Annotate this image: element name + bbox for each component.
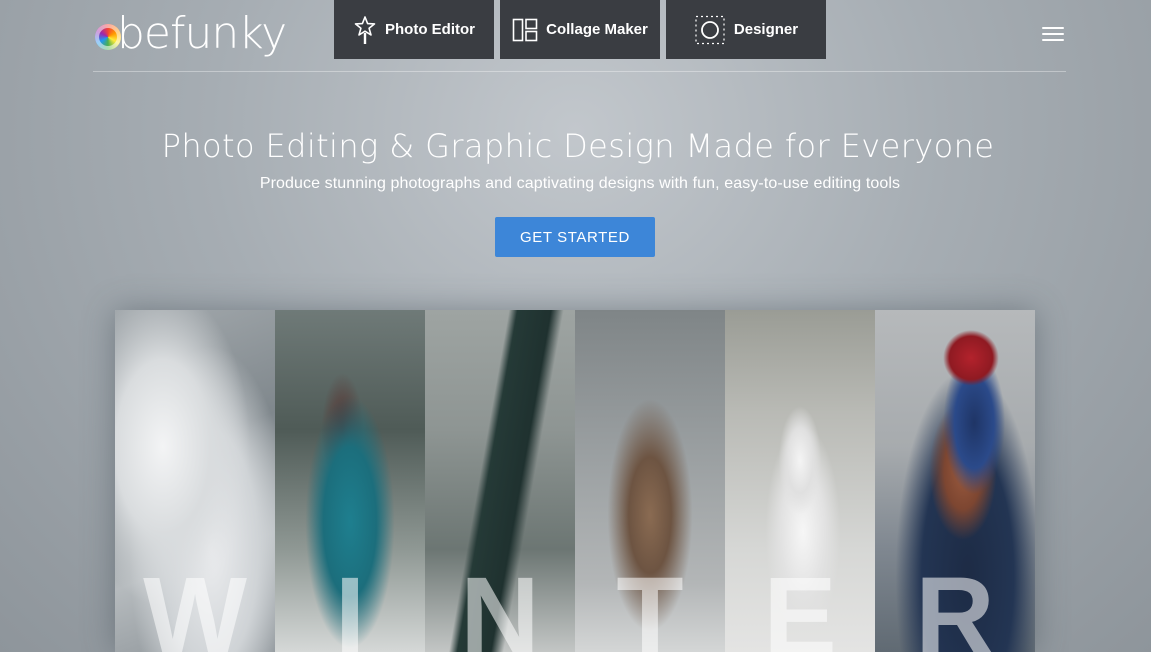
winter-photo-strip: W I N T E R xyxy=(115,310,1035,652)
photo-panel-winter-hat: R xyxy=(875,310,1035,652)
site-header: befunky Photo Editor Collage Maker Desig… xyxy=(93,0,1066,72)
designer-button[interactable]: Designer xyxy=(666,0,826,59)
photo-panel-frosted-tree: W xyxy=(115,310,275,652)
panel-letter: T xyxy=(616,555,684,652)
collage-maker-button[interactable]: Collage Maker xyxy=(500,0,660,59)
panel-letter: N xyxy=(460,555,540,652)
photo-panel-snowman: E xyxy=(725,310,875,652)
designer-label: Designer xyxy=(733,21,799,38)
collage-grid-icon xyxy=(512,18,538,41)
main-nav: Photo Editor Collage Maker Designer xyxy=(334,0,826,59)
photo-panel-deer: T xyxy=(575,310,725,652)
panel-letter: E xyxy=(763,555,837,652)
photo-panel-snowshoer: I xyxy=(275,310,425,652)
panel-letter: R xyxy=(915,555,995,652)
photo-editor-label: Photo Editor xyxy=(385,21,475,38)
panel-letter: I xyxy=(334,555,366,652)
hero-title: Photo Editing & Graphic Design Made for … xyxy=(161,127,995,165)
photo-panel-pine-trees: N xyxy=(425,310,575,652)
design-circle-icon xyxy=(695,15,725,44)
hero-subtitle: Produce stunning photographs and captiva… xyxy=(259,175,901,192)
collage-maker-label: Collage Maker xyxy=(546,21,648,38)
befunky-logo[interactable]: befunky xyxy=(95,8,287,60)
panel-letter: W xyxy=(143,555,247,652)
get-started-button[interactable]: GET STARTED xyxy=(495,217,655,257)
logo-text: befunky xyxy=(117,8,287,59)
hamburger-menu-icon[interactable] xyxy=(1042,24,1064,44)
star-wand-icon xyxy=(354,15,376,44)
photo-editor-button[interactable]: Photo Editor xyxy=(334,0,494,59)
